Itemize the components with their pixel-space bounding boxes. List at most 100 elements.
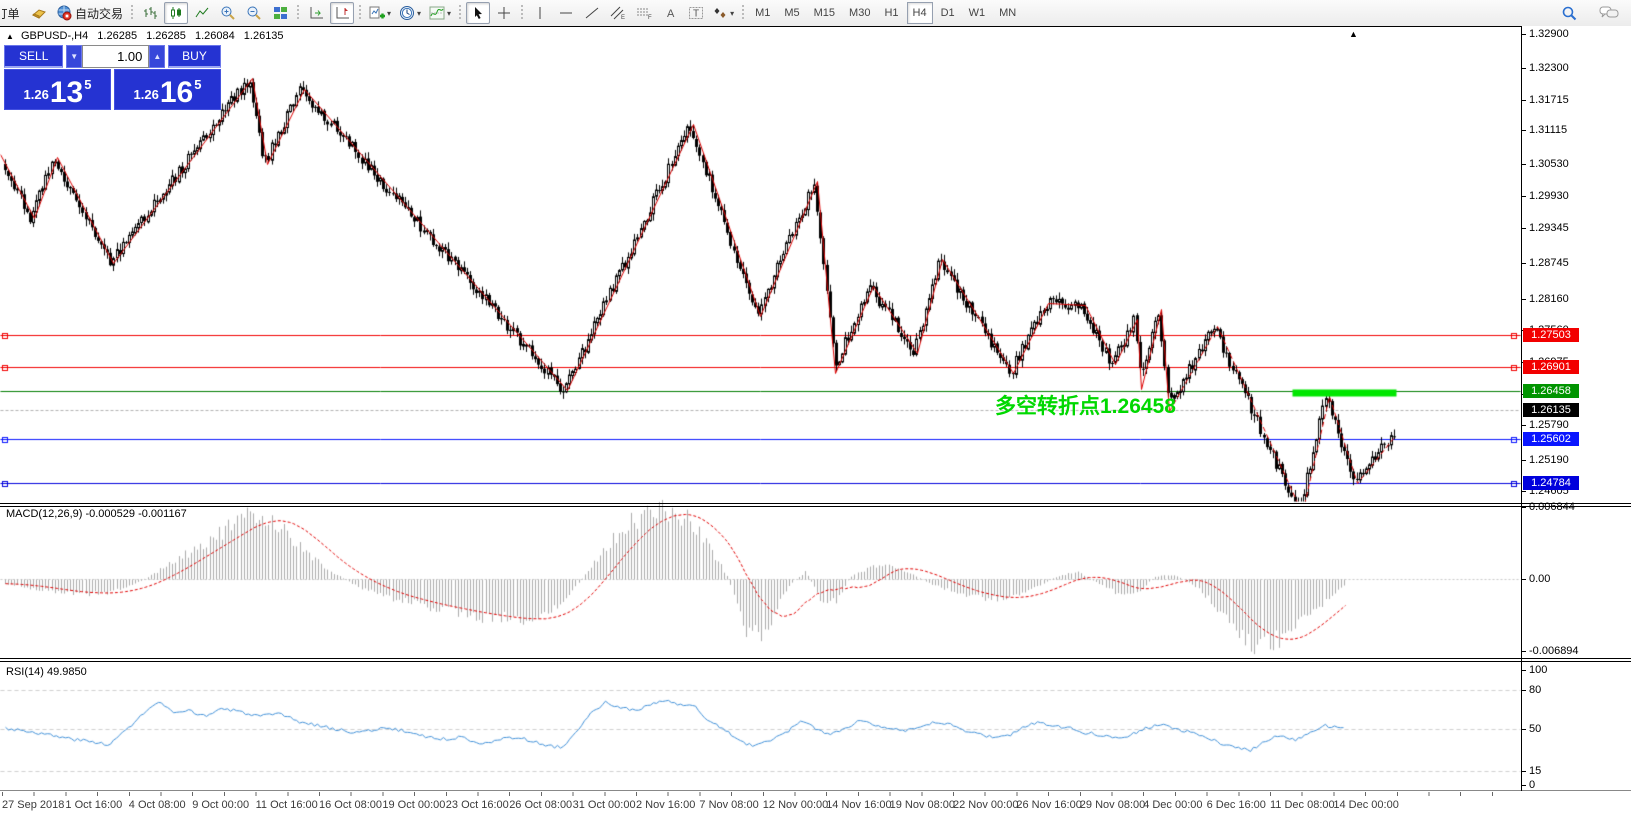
horizontal-line-button[interactable] bbox=[554, 2, 578, 24]
crosshair-button[interactable] bbox=[492, 2, 516, 24]
cursor-button[interactable] bbox=[466, 2, 490, 24]
collapse-icon[interactable]: ▲ bbox=[6, 32, 14, 41]
auto-scroll-button[interactable] bbox=[304, 2, 328, 24]
time-tick-label: 22 Nov 00:00 bbox=[953, 799, 1018, 811]
price-line-chip: 1.26458 bbox=[1523, 384, 1579, 398]
time-tick-label: 29 Nov 08:00 bbox=[1080, 799, 1145, 811]
price-line-chip: 1.25602 bbox=[1523, 432, 1579, 446]
tab-timeframe-m15[interactable]: M15 bbox=[808, 2, 841, 24]
pivot-annotation-text: 多空转折点1.26458 bbox=[995, 390, 1176, 420]
vertical-line-icon bbox=[534, 6, 546, 20]
chart-shift-button[interactable] bbox=[330, 2, 354, 24]
one-click-trading-panel: SELL ▼ 1.00 ▲ BUY 1.26 13 5 1.26 16 5 bbox=[4, 45, 221, 110]
tab-timeframe-mn[interactable]: MN bbox=[993, 2, 1022, 24]
time-axis[interactable]: 27 Sep 20181 Oct 16:004 Oct 08:009 Oct 0… bbox=[0, 791, 1631, 816]
chart-ohlc-header: ▲ GBPUSD-,H4 1.26285 1.26285 1.26084 1.2… bbox=[6, 30, 290, 42]
bar-chart-button[interactable] bbox=[138, 2, 162, 24]
close-value: 1.26135 bbox=[244, 30, 284, 42]
price-tick-label: 1.29930 bbox=[1522, 190, 1631, 202]
tab-timeframe-w1[interactable]: W1 bbox=[963, 2, 992, 24]
dropdown-arrow-icon[interactable]: ▾ bbox=[387, 9, 391, 18]
panel-splitter[interactable] bbox=[0, 503, 1631, 504]
price-chart-canvas[interactable] bbox=[0, 27, 1521, 791]
price-tick-label: 1.25790 bbox=[1522, 419, 1631, 431]
metaeditor-icon bbox=[31, 6, 47, 20]
indicators-button[interactable]: ▾ bbox=[426, 2, 454, 24]
sell-price-sup: 5 bbox=[84, 77, 91, 92]
time-tick-label: 19 Oct 00:00 bbox=[382, 799, 445, 811]
trendline-button[interactable] bbox=[580, 2, 604, 24]
buy-price-box[interactable]: 1.26 16 5 bbox=[114, 69, 221, 110]
horizontal-line-icon bbox=[559, 6, 573, 20]
tile-windows-button[interactable] bbox=[268, 2, 292, 24]
tab-timeframe-m30[interactable]: M30 bbox=[843, 2, 876, 24]
toolbar-grip bbox=[519, 3, 525, 23]
price-tick-label: 1.30530 bbox=[1522, 158, 1631, 170]
time-tick-label: 31 Oct 00:00 bbox=[573, 799, 636, 811]
volume-input[interactable]: 1.00 bbox=[82, 45, 149, 68]
autotrading-button[interactable]: 自动交易 bbox=[53, 2, 126, 24]
chart-window: ▲ GBPUSD-,H4 1.26285 1.26285 1.26084 1.2… bbox=[0, 26, 1631, 816]
price-tick-label: 1.32900 bbox=[1522, 28, 1631, 40]
rsi-label: RSI(14) 49.9850 bbox=[6, 666, 87, 678]
time-tick-label: 19 Nov 08:00 bbox=[890, 799, 955, 811]
toolbar-grip bbox=[295, 3, 301, 23]
search-button[interactable] bbox=[1557, 2, 1581, 24]
scroll-marker-icon[interactable]: ▲ bbox=[1349, 29, 1358, 39]
new-chart-icon bbox=[369, 6, 385, 21]
panel-splitter[interactable] bbox=[0, 661, 1631, 662]
sell-price-box[interactable]: 1.26 13 5 bbox=[4, 69, 111, 110]
dropdown-arrow-icon[interactable]: ▾ bbox=[417, 9, 421, 18]
candlestick-chart-icon bbox=[169, 6, 183, 20]
time-tick-label: 14 Dec 00:00 bbox=[1333, 799, 1398, 811]
tab-timeframe-m1[interactable]: M1 bbox=[749, 2, 776, 24]
tab-timeframe-h1[interactable]: H1 bbox=[878, 2, 904, 24]
auto-scroll-icon bbox=[309, 6, 324, 20]
new-order-button[interactable]: 订单 bbox=[1, 2, 25, 24]
time-tick-label: 11 Dec 08:00 bbox=[1270, 799, 1335, 811]
time-tick-label: 11 Oct 16:00 bbox=[256, 799, 318, 811]
chat-button[interactable] bbox=[1596, 2, 1622, 24]
fibonacci-icon: F bbox=[636, 6, 652, 20]
panel-splitter[interactable] bbox=[0, 506, 1631, 507]
price-tick-label: 0.00 bbox=[1522, 573, 1631, 585]
volume-decrease-button[interactable]: ▼ bbox=[66, 45, 82, 68]
text-button[interactable]: A bbox=[658, 2, 682, 24]
buy-button[interactable]: BUY bbox=[168, 45, 221, 68]
time-axis-ticks bbox=[2, 792, 1521, 796]
open-value: 1.26285 bbox=[97, 30, 137, 42]
arrows-button[interactable]: ▾ bbox=[710, 2, 737, 24]
price-tick-label: -0.006894 bbox=[1522, 645, 1631, 657]
bar-chart-icon bbox=[143, 6, 157, 20]
new-chart-button[interactable]: ▾ bbox=[366, 2, 394, 24]
price-axis-border bbox=[1521, 26, 1522, 791]
tab-timeframe-d1[interactable]: D1 bbox=[935, 2, 961, 24]
tab-timeframe-h4[interactable]: H4 bbox=[907, 2, 933, 24]
time-tick-label: 4 Oct 08:00 bbox=[129, 799, 186, 811]
line-chart-button[interactable] bbox=[190, 2, 214, 24]
sell-button[interactable]: SELL bbox=[4, 45, 63, 68]
channel-button[interactable]: E bbox=[606, 2, 630, 24]
text-icon: A bbox=[664, 6, 677, 20]
dropdown-arrow-icon[interactable]: ▾ bbox=[730, 9, 734, 18]
candlestick-chart-button[interactable] bbox=[164, 2, 188, 24]
symbol-period: GBPUSD-,H4 bbox=[21, 30, 88, 42]
price-tick-label: 1.31715 bbox=[1522, 94, 1631, 106]
time-tick-label: 23 Oct 16:00 bbox=[446, 799, 509, 811]
price-tick-label: 1.31115 bbox=[1522, 124, 1631, 136]
panel-splitter[interactable] bbox=[0, 658, 1631, 659]
profiles-button[interactable]: ▾ bbox=[396, 2, 424, 24]
chart-shift-icon bbox=[335, 6, 350, 20]
dropdown-arrow-icon[interactable]: ▾ bbox=[447, 9, 451, 18]
time-tick-label: 2 Nov 16:00 bbox=[636, 799, 695, 811]
tab-timeframe-m5[interactable]: M5 bbox=[778, 2, 805, 24]
label-button[interactable]: T bbox=[684, 2, 708, 24]
zoom-out-button[interactable] bbox=[242, 2, 266, 24]
price-tick-label: 15 bbox=[1522, 765, 1631, 777]
trendline-icon bbox=[585, 6, 599, 20]
metaeditor-button[interactable] bbox=[27, 2, 51, 24]
volume-increase-button[interactable]: ▲ bbox=[149, 45, 165, 68]
vertical-line-button[interactable] bbox=[528, 2, 552, 24]
zoom-in-button[interactable] bbox=[216, 2, 240, 24]
fibonacci-button[interactable]: F bbox=[632, 2, 656, 24]
